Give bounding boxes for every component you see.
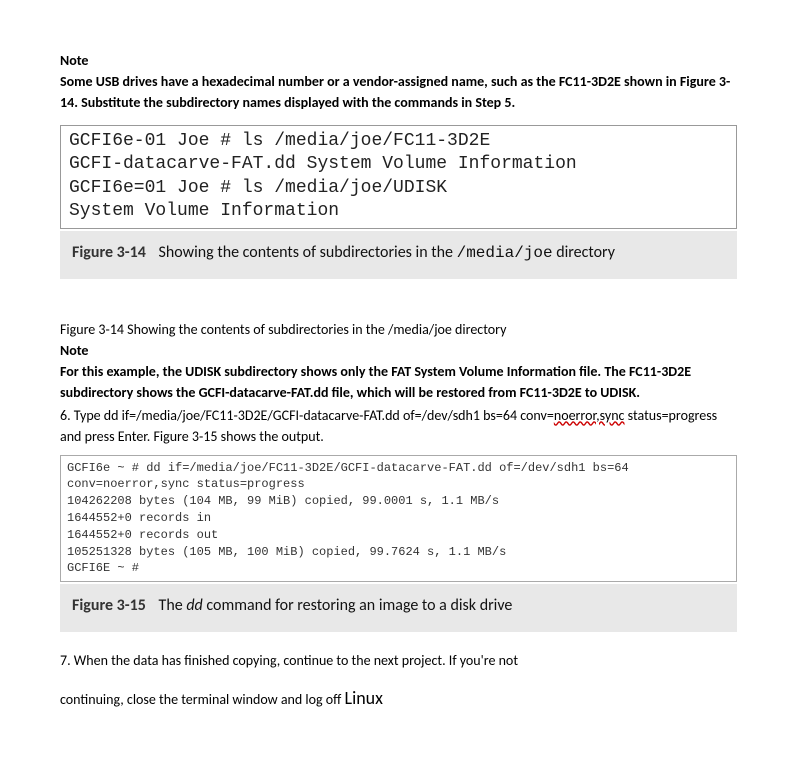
fig15-text-pre: The: [159, 596, 187, 615]
code2-line2: conv=noerror,sync status=progress: [67, 476, 730, 493]
step6-a: 6. Type dd if=/media/joe/FC11-3D2E/GCFI-…: [60, 407, 554, 424]
step-7b-line: continuing, close the terminal window an…: [60, 685, 737, 712]
code1-line4: System Volume Information: [69, 200, 728, 223]
fig15-cmd: dd: [186, 596, 202, 615]
step6-squiggle: noerror,sync: [554, 407, 625, 424]
note-text-1: Some USB drives have a hexadecimal numbe…: [60, 71, 737, 113]
fig14-path: /media/joe: [457, 244, 553, 262]
code2-line4: 1644552+0 records in: [67, 510, 730, 527]
figure-14-caption: Figure 3-14 Showing the contents of subd…: [60, 231, 737, 279]
code2-line1: GCFI6e ~ # dd if=/media/joe/FC11-3D2E/GC…: [67, 460, 730, 477]
code1-line1: GCFI6e-01 Joe # ls /media/joe/FC11-3D2E: [69, 130, 728, 153]
fig15-text-post: command for restoring an image to a disk…: [203, 596, 513, 615]
step7-b: continuing, close the terminal window an…: [60, 691, 345, 708]
code-box-1: GCFI6e-01 Joe # ls /media/joe/FC11-3D2E …: [60, 125, 737, 229]
fig14-text-pre: Showing the contents of subdirectories i…: [159, 243, 457, 262]
note-label-2: Note: [60, 340, 737, 361]
note-text-2: For this example, the UDISK subdirectory…: [60, 361, 737, 403]
fig15-label: Figure 3-15: [72, 596, 146, 615]
figure-15-caption: Figure 3-15 The dd command for restoring…: [60, 584, 737, 632]
code2-line5: 1644552+0 records out: [67, 527, 730, 544]
step-7a: 7. When the data has finished copying, c…: [60, 650, 737, 671]
code2-line7: GCFI6E ~ #: [67, 560, 730, 577]
code2-line3: 104262208 bytes (104 MB, 99 MiB) copied,…: [67, 493, 730, 510]
code2-line6: 105251328 bytes (105 MB, 100 MiB) copied…: [67, 544, 730, 561]
code-box-2: GCFI6e ~ # dd if=/media/joe/FC11-3D2E/GC…: [60, 455, 737, 583]
code1-line3: GCFI6e=01 Joe # ls /media/joe/UDISK: [69, 177, 728, 200]
step-6: 6. Type dd if=/media/joe/FC11-3D2E/GCFI-…: [60, 405, 737, 447]
note-label-1: Note: [60, 50, 737, 71]
fig14-text-post: directory: [553, 243, 615, 262]
code1-line2: GCFI-datacarve-FAT.dd System Volume Info…: [69, 153, 728, 176]
linux-word: Linux: [345, 687, 383, 709]
figure-14-repeat: Figure 3-14 Showing the contents of subd…: [60, 319, 737, 340]
fig14-label: Figure 3-14: [72, 243, 146, 262]
